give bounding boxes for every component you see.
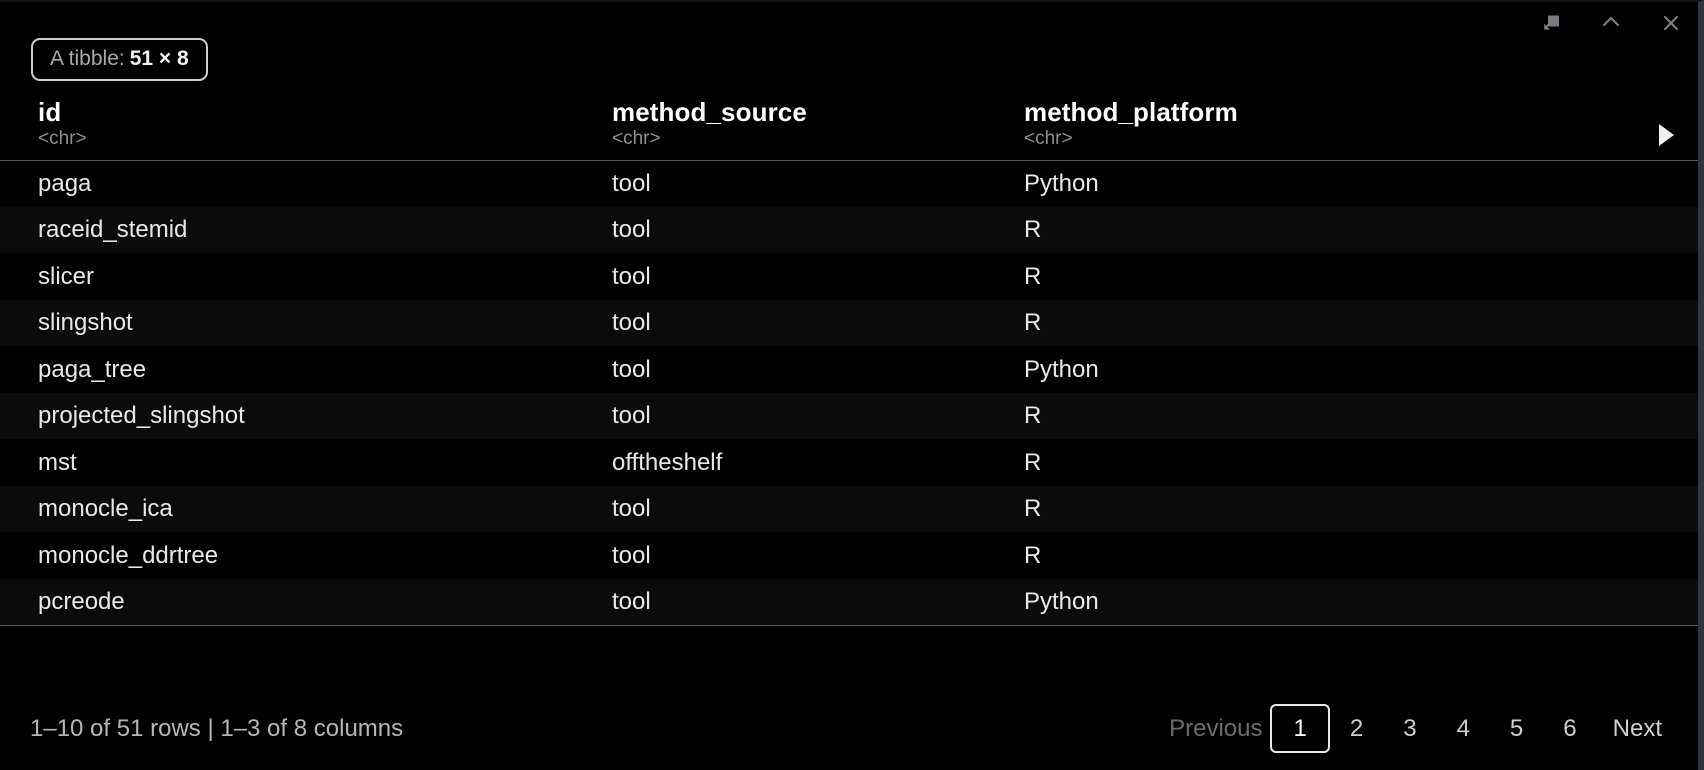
popout-window-icon[interactable]	[1538, 10, 1564, 36]
table-header-row: id <chr> method_source <chr> method_plat…	[0, 98, 1698, 160]
cell-id: paga	[0, 160, 588, 207]
cell-id: pcreode	[0, 579, 588, 626]
table-row[interactable]: paga_treetoolPython	[0, 346, 1698, 393]
table-row[interactable]: slicertoolR	[0, 253, 1698, 300]
cell-method-source: tool	[588, 160, 1000, 207]
table-header: id <chr> method_source <chr> method_plat…	[0, 98, 1698, 160]
table-container: id <chr> method_source <chr> method_plat…	[0, 98, 1698, 770]
cell-spacer	[1640, 300, 1698, 347]
cell-id: slicer	[0, 253, 588, 300]
pagination-page-button-1[interactable]: 1	[1270, 704, 1329, 753]
cell-id: paga_tree	[0, 346, 588, 393]
cell-id: raceid_stemid	[0, 207, 588, 254]
pagination-page-button-6[interactable]: 6	[1543, 707, 1596, 750]
cell-spacer	[1640, 486, 1698, 533]
pagination-page-button-5[interactable]: 5	[1490, 707, 1543, 750]
cell-method-source: tool	[588, 579, 1000, 626]
cell-spacer	[1640, 160, 1698, 207]
tibble-dimensions-badge: A tibble:51 × 8	[31, 38, 208, 81]
column-header-id[interactable]: id <chr>	[0, 98, 588, 160]
column-name-method-platform: method_platform	[1024, 98, 1640, 127]
cell-method-platform: R	[1000, 486, 1640, 533]
column-type-method-source: <chr>	[612, 128, 1000, 150]
collapse-panel-icon[interactable]	[1598, 10, 1624, 36]
cell-method-source: offtheshelf	[588, 439, 1000, 486]
cell-method-platform: R	[1000, 300, 1640, 347]
cell-id: monocle_ica	[0, 486, 588, 533]
cell-id: projected_slingshot	[0, 393, 588, 440]
window-controls	[1538, 4, 1684, 42]
close-panel-icon[interactable]	[1658, 10, 1684, 36]
cell-method-source: tool	[588, 300, 1000, 347]
table-row[interactable]: pcreodetoolPython	[0, 579, 1698, 626]
cell-id: mst	[0, 439, 588, 486]
tibble-table: id <chr> method_source <chr> method_plat…	[0, 98, 1698, 626]
table-row[interactable]: raceid_stemidtoolR	[0, 207, 1698, 254]
tibble-badge-dimensions: 51 × 8	[130, 47, 189, 70]
cell-spacer	[1640, 253, 1698, 300]
cell-method-platform: Python	[1000, 160, 1640, 207]
cell-spacer	[1640, 393, 1698, 440]
cell-method-platform: R	[1000, 393, 1640, 440]
table-row[interactable]: projected_slingshottoolR	[0, 393, 1698, 440]
column-header-method-platform[interactable]: method_platform <chr>	[1000, 98, 1640, 160]
cell-method-platform: R	[1000, 207, 1640, 254]
column-name-method-source: method_source	[612, 98, 1000, 127]
cell-method-platform: R	[1000, 532, 1640, 579]
cell-method-platform: R	[1000, 439, 1640, 486]
table-row[interactable]: pagatoolPython	[0, 160, 1698, 207]
cell-method-platform: R	[1000, 253, 1640, 300]
table-body: pagatoolPythonraceid_stemidtoolRslicerto…	[0, 160, 1698, 625]
column-type-id: <chr>	[38, 128, 588, 150]
cell-id: slingshot	[0, 300, 588, 347]
column-header-method-source[interactable]: method_source <chr>	[588, 98, 1000, 160]
cell-method-source: tool	[588, 207, 1000, 254]
pagination-page-button-4[interactable]: 4	[1437, 707, 1490, 750]
table-footer: 1–10 of 51 rows | 1–3 of 8 columns Previ…	[0, 688, 1698, 770]
pagination-controls: Previous 123456 Next	[1153, 709, 1670, 749]
cell-spacer	[1640, 579, 1698, 626]
tibble-badge-label: A tibble:	[50, 47, 125, 70]
cell-spacer	[1640, 439, 1698, 486]
pagination-next-button[interactable]: Next	[1597, 709, 1670, 749]
cell-method-source: tool	[588, 346, 1000, 393]
cell-method-source: tool	[588, 486, 1000, 533]
cell-method-platform: Python	[1000, 579, 1640, 626]
table-row[interactable]: slingshottoolR	[0, 300, 1698, 347]
row-column-status: 1–10 of 51 rows | 1–3 of 8 columns	[30, 715, 403, 743]
pagination-page-button-2[interactable]: 2	[1330, 707, 1383, 750]
cell-method-source: tool	[588, 532, 1000, 579]
table-row[interactable]: monocle_icatoolR	[0, 486, 1698, 533]
cell-method-source: tool	[588, 253, 1000, 300]
cell-id: monocle_ddrtree	[0, 532, 588, 579]
cell-spacer	[1640, 207, 1698, 254]
table-row[interactable]: monocle_ddrtreetoolR	[0, 532, 1698, 579]
scroll-columns-header	[1640, 98, 1698, 160]
caret-right-icon[interactable]	[1659, 124, 1674, 146]
tibble-viewer-panel: A tibble:51 × 8 id <chr> method_source	[0, 0, 1704, 770]
pagination-previous-button[interactable]: Previous	[1153, 709, 1270, 749]
pagination-page-button-3[interactable]: 3	[1383, 707, 1436, 750]
column-name-id: id	[38, 98, 588, 127]
cell-spacer	[1640, 346, 1698, 393]
cell-method-platform: Python	[1000, 346, 1640, 393]
cell-method-source: tool	[588, 393, 1000, 440]
table-row[interactable]: mstofftheshelfR	[0, 439, 1698, 486]
cell-spacer	[1640, 532, 1698, 579]
column-type-method-platform: <chr>	[1024, 128, 1640, 150]
